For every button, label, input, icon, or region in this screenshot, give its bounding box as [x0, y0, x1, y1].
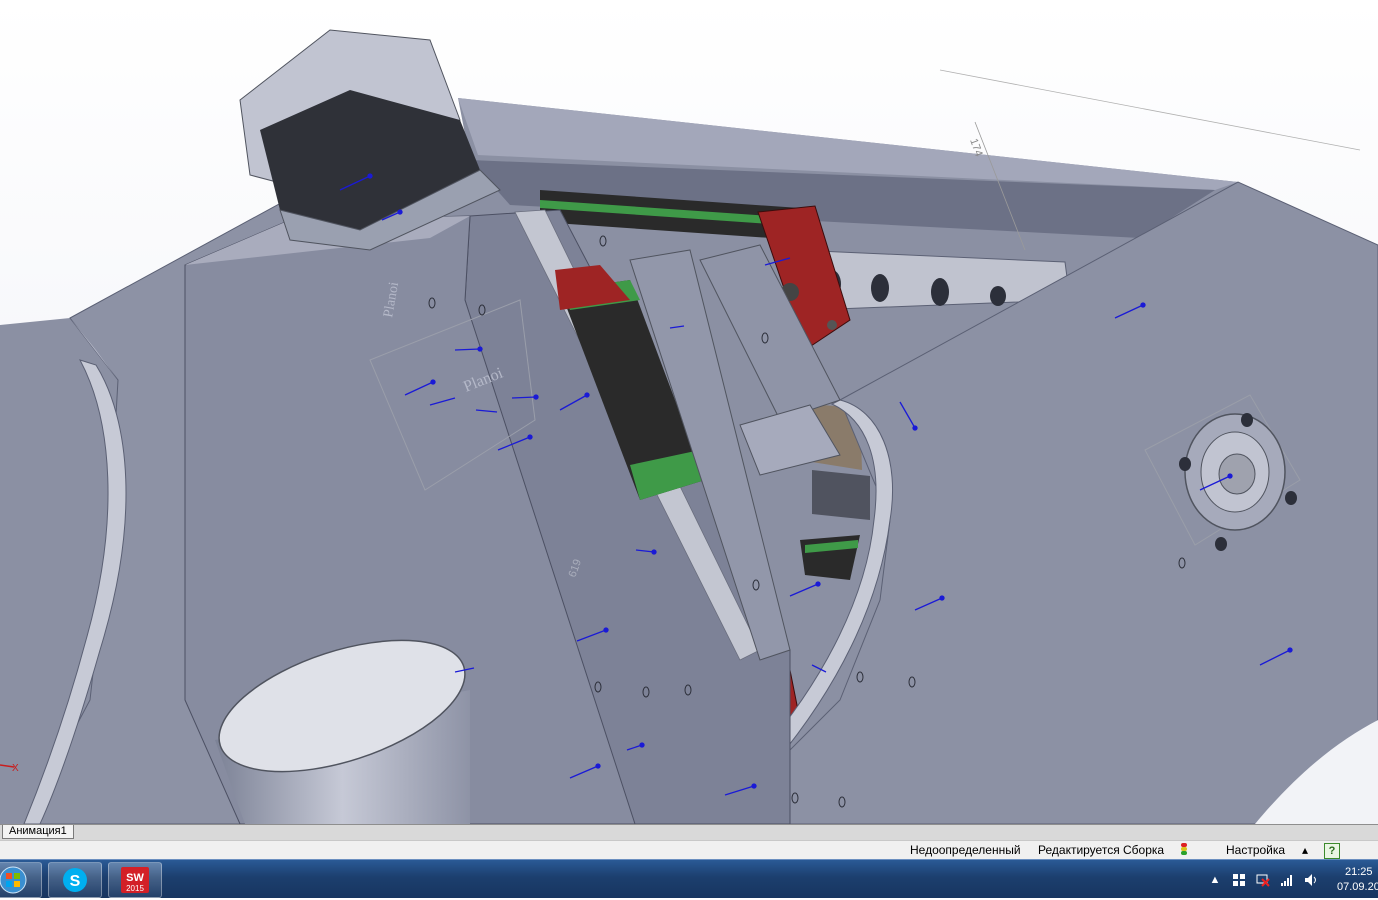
flange-hole: [1179, 457, 1191, 471]
tab-animation1[interactable]: Анимация1: [2, 825, 74, 839]
skype-icon: S: [63, 868, 87, 892]
ball-screw-shadow: [812, 470, 870, 520]
taskbar-solidworks-button[interactable]: SW 2015: [108, 862, 162, 898]
start-button[interactable]: [0, 862, 42, 898]
clock-date[interactable]: 07.09.20: [1337, 881, 1378, 893]
action-center-icon[interactable]: [1232, 873, 1246, 887]
signal-icon[interactable]: [1280, 873, 1294, 887]
windows-orb-icon: [0, 866, 27, 894]
rail-hole: [990, 286, 1006, 306]
svg-text:S: S: [70, 873, 81, 890]
bearing-bolt: [827, 320, 837, 330]
show-hidden-icons-button[interactable]: ▲: [1208, 873, 1222, 887]
volume-icon[interactable]: [1304, 873, 1318, 887]
solidworks-2015-icon: SW 2015: [121, 867, 149, 893]
svg-text:2015: 2015: [126, 884, 144, 893]
settings-arrow-icon[interactable]: ▴: [1302, 843, 1308, 857]
bearing-shaft: [1218, 453, 1256, 495]
graphics-viewport[interactable]: Planoi Planoi 619 174 X: [0, 0, 1378, 824]
triad-x-label: X: [12, 763, 19, 774]
motion-study-tabbar: Анимация1: [0, 824, 1378, 841]
cad-model-view[interactable]: Planoi Planoi 619 174 X: [0, 0, 1378, 824]
taskbar-skype-button[interactable]: S: [48, 862, 102, 898]
edit-status: Редактируется Сборка: [1038, 843, 1165, 857]
help-icon[interactable]: ?: [1324, 843, 1340, 859]
rail-hole: [931, 278, 949, 306]
network-disconnected-icon[interactable]: [1256, 873, 1270, 887]
definition-status: Недоопределенный: [910, 843, 1021, 857]
construction-line: [939, 69, 1361, 151]
status-bar: Недоопределенный Редактируется Сборка На…: [0, 840, 1378, 860]
flange-hole: [1241, 413, 1253, 427]
rebuild-status-icon[interactable]: [1180, 843, 1188, 857]
clock-time[interactable]: 21:25: [1345, 866, 1373, 878]
svg-text:SW: SW: [126, 872, 144, 884]
windows-taskbar: S SW 2015 ▲ 21:25 07.09.20: [0, 859, 1378, 898]
rail-hole: [871, 274, 889, 302]
flange-hole: [1285, 491, 1297, 505]
settings-button[interactable]: Настройка: [1226, 843, 1285, 857]
flange-hole: [1215, 537, 1227, 551]
